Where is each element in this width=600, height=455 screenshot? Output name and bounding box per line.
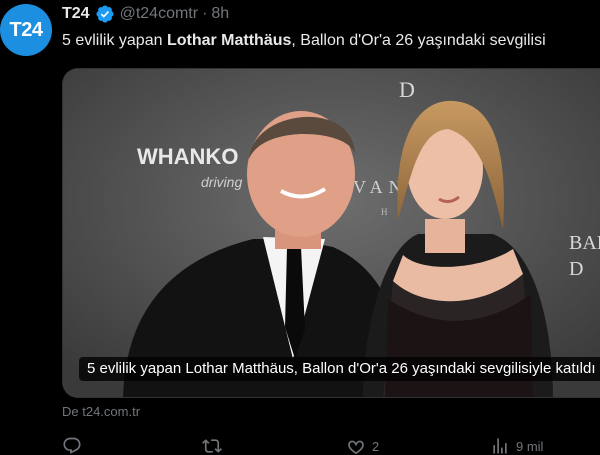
retweet-button[interactable] — [202, 436, 228, 455]
backdrop-top-text: D — [399, 77, 415, 102]
separator-dot: · — [202, 5, 208, 22]
backdrop-slogan-text: driving — [201, 174, 242, 190]
reply-icon — [63, 437, 81, 454]
backdrop-brand-subtext: H — [381, 207, 388, 217]
views-button[interactable]: 9 mil — [490, 436, 543, 455]
card-photo: WHANKO driving VAN H D BALL D — [63, 69, 600, 397]
tweet-text-post: , Ballon d'Or'a 26 yaşındaki sevgilisi — [291, 32, 546, 49]
card-caption: 5 evlilik yapan Lothar Matthäus, Ballon … — [79, 357, 600, 381]
views-count: 9 mil — [516, 438, 544, 454]
link-card[interactable]: WHANKO driving VAN H D BALL D 5 evlilik … — [62, 68, 600, 398]
like-button[interactable]: 2 — [346, 436, 379, 455]
tweet-timestamp[interactable]: 8h — [211, 5, 229, 23]
tweet-text-bold: Lothar Matthäus — [166, 32, 292, 49]
tweet-header: T24 @t24comtr · 8h — [62, 4, 229, 24]
backdrop-right-text-2: D — [569, 258, 583, 280]
backdrop-logo-text: WHANKO — [137, 144, 238, 169]
backdrop-right-text: BALL — [569, 232, 600, 254]
analytics-icon — [493, 438, 507, 454]
avatar[interactable]: T24 — [0, 4, 52, 56]
reply-button[interactable] — [62, 436, 88, 455]
account-name[interactable]: T24 — [62, 5, 90, 23]
account-handle[interactable]: @t24comtr — [120, 5, 198, 23]
heart-icon — [348, 440, 364, 455]
tweet-text-pre: 5 evlilik yapan — [62, 32, 167, 49]
card-source-link[interactable]: De t24.com.tr — [62, 404, 140, 419]
like-count: 2 — [372, 438, 380, 454]
verified-badge-icon — [95, 4, 115, 24]
tweet-text: 5 evlilik yapan Lothar Matthäus, Ballon … — [62, 30, 600, 52]
tweet-actions: 2 9 mil — [62, 436, 600, 455]
retweet-icon — [202, 439, 222, 453]
